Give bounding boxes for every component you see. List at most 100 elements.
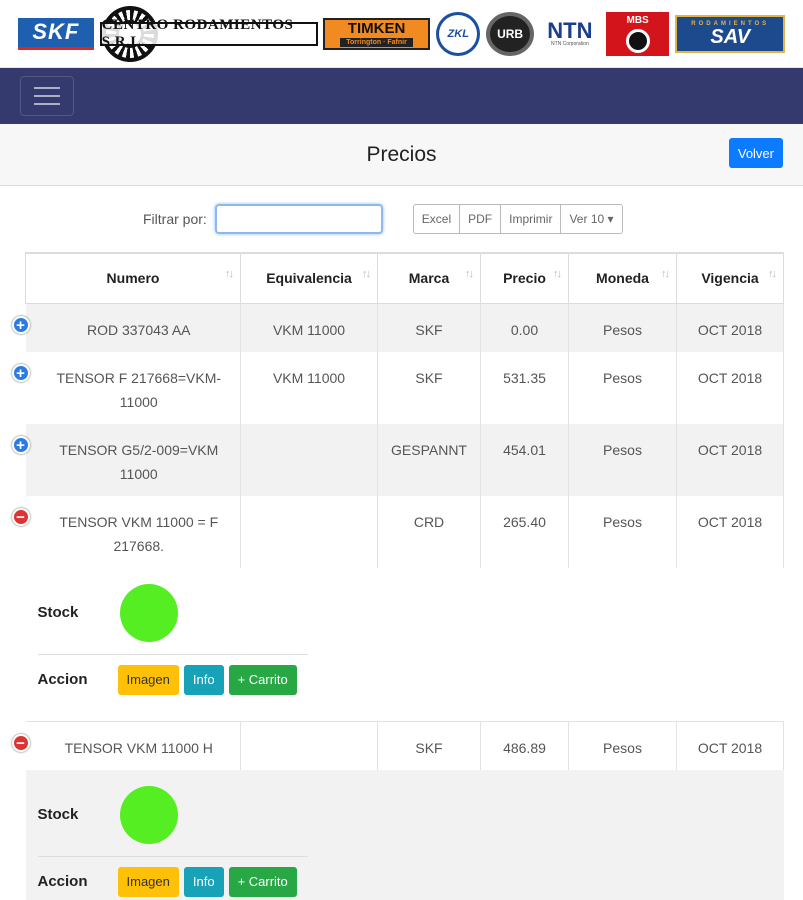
prices-table: Numero ↑↓ Equivalencia ↑↓ Marca ↑↓ Precio ↑↓… — [11, 252, 784, 900]
accion-row: Accion Imagen Info + Carrito — [38, 866, 772, 897]
table-row[interactable]: + TENSOR G5/2-009=VKM 11000 GESPANNT 454.… — [11, 423, 784, 496]
cell-equivalencia — [240, 721, 378, 770]
top-navbar — [0, 68, 803, 124]
timken-name: TIMKEN — [347, 19, 406, 37]
cell-precio: 531.35 — [480, 351, 569, 424]
card-header: Precios Volver — [0, 124, 803, 186]
export-button-group: Excel PDF Imprimir Ver 10 ▾ — [412, 204, 623, 234]
cell-vigencia: OCT 2018 — [676, 721, 784, 770]
cell-numero: + ROD 337043 AA — [11, 303, 241, 352]
column-header-label: Precio — [503, 270, 546, 287]
row-detail: Stock Accion Imagen Info + Carrito — [25, 769, 784, 900]
print-button[interactable]: Imprimir — [500, 204, 562, 234]
info-button[interactable]: Info — [183, 866, 224, 897]
sort-icon: ↑↓ — [661, 268, 670, 280]
timken-logo: TIMKEN Torrington · Fafnir — [322, 17, 431, 50]
prices-table-wrapper: Numero ↑↓ Equivalencia ↑↓ Marca ↑↓ Precio ↑↓… — [11, 252, 784, 900]
cell-equivalencia — [240, 495, 378, 568]
page-title: Precios — [366, 142, 437, 166]
excel-button[interactable]: Excel — [412, 204, 461, 234]
cell-numero: − TENSOR VKM 11000 = F 217668. — [11, 495, 241, 568]
filter-row: Filtrar por: Excel PDF Imprimir Ver 10 ▾ — [0, 186, 803, 252]
cell-vigencia: OCT 2018 — [676, 423, 784, 496]
sort-icon: ↑↓ — [362, 268, 371, 280]
detail-divider — [37, 653, 308, 655]
timken-subtitle: Torrington · Fafnir — [340, 37, 413, 47]
column-header-marca[interactable]: Marca ↑↓ — [377, 252, 481, 304]
imagen-button[interactable]: Imagen — [117, 866, 179, 897]
expand-row-icon[interactable]: + — [11, 435, 30, 454]
mbs-disc-icon — [625, 28, 650, 53]
cell-numero: + TENSOR G5/2-009=VKM 11000 — [11, 423, 241, 496]
cell-marca: SKF — [377, 721, 481, 770]
add-to-cart-button[interactable]: + Carrito — [228, 866, 297, 897]
cell-moneda: Pesos — [568, 303, 677, 352]
stock-row: Stock — [37, 583, 772, 642]
cell-numero-text: TENSOR VKM 11000 = F 217668. — [59, 513, 219, 554]
sort-icon: ↑↓ — [768, 268, 777, 280]
sav-logo: RODAMIENTOS SAV — [675, 14, 786, 53]
table-row[interactable]: − TENSOR VKM 11000 = F 217668. CRD 265.40… — [11, 495, 784, 568]
stock-row: Stock — [38, 785, 772, 844]
cell-marca: SKF — [377, 351, 481, 424]
cell-numero-text: TENSOR VKM 11000 H — [64, 739, 213, 756]
pdf-button[interactable]: PDF — [459, 204, 502, 234]
urb-logo: URB — [486, 11, 534, 56]
stock-indicator — [119, 583, 178, 642]
cell-numero-text: TENSOR F 217668=VKM-11000 — [56, 369, 222, 410]
filter-input[interactable] — [214, 204, 383, 234]
ntn-logo: NTN NTN Corporation — [540, 14, 600, 54]
volver-button[interactable]: Volver — [728, 138, 783, 168]
sort-icon: ↑↓ — [553, 268, 562, 280]
cell-marca: CRD — [377, 495, 481, 568]
column-header-label: Equivalencia — [266, 270, 352, 287]
table-row[interactable]: + TENSOR F 217668=VKM-11000 VKM 11000 SKF… — [11, 351, 784, 424]
accion-row: Accion Imagen Info + Carrito — [38, 664, 772, 695]
ntn-name: NTN — [547, 18, 593, 43]
cell-marca: SKF — [377, 303, 481, 352]
column-header-vigencia[interactable]: Vigencia ↑↓ — [676, 252, 784, 304]
column-header-numero[interactable]: Numero ↑↓ — [25, 252, 241, 304]
centro-rodamientos-logo[interactable]: CENTRO RODAMIENTOS S.R.L. — [99, 5, 318, 62]
column-header-precio[interactable]: Precio ↑↓ — [480, 252, 569, 304]
column-header-label: Moneda — [596, 270, 649, 287]
mbs-name: MBS — [626, 14, 649, 26]
cell-numero: − TENSOR VKM 11000 H — [11, 721, 241, 770]
expand-row-icon[interactable]: + — [11, 315, 30, 334]
column-header-equivalencia[interactable]: Equivalencia ↑↓ — [240, 252, 378, 304]
table-row[interactable]: − TENSOR VKM 11000 H SKF 486.89 Pesos OCT… — [11, 721, 784, 770]
stock-label: Stock — [37, 603, 79, 621]
hamburger-icon-line — [34, 95, 60, 97]
brand-logo-bar: SKF CENTRO RODAMIENTOS S.R.L. TIMKEN Tor… — [0, 0, 803, 68]
cell-moneda: Pesos — [568, 423, 677, 496]
column-header-label: Marca — [408, 270, 450, 287]
imagen-button[interactable]: Imagen — [117, 664, 179, 695]
collapse-row-icon[interactable]: − — [11, 507, 30, 526]
page-length-dropdown[interactable]: Ver 10 ▾ — [560, 204, 623, 234]
column-header-label: Numero — [106, 270, 160, 287]
cell-precio: 454.01 — [480, 423, 569, 496]
collapse-row-icon[interactable]: − — [11, 733, 30, 752]
mbs-logo: MBS — [605, 11, 670, 56]
filter-label: Filtrar por: — [143, 211, 207, 227]
detail-divider — [37, 855, 308, 857]
info-button[interactable]: Info — [183, 664, 224, 695]
hamburger-icon-line — [34, 103, 60, 105]
cell-numero-text: TENSOR G5/2-009=VKM 11000 — [59, 441, 219, 482]
cell-vigencia: OCT 2018 — [676, 303, 784, 352]
sav-name: SAV — [710, 25, 751, 48]
cell-equivalencia: VKM 11000 — [240, 303, 378, 352]
zkl-logo: ZKL — [436, 11, 481, 56]
table-row[interactable]: + ROD 337043 AA VKM 11000 SKF 0.00 Pesos … — [11, 303, 784, 352]
cell-precio: 0.00 — [480, 303, 569, 352]
row-detail-cell: Stock Accion Imagen Info + Carrito — [25, 567, 784, 721]
expand-row-icon[interactable]: + — [11, 363, 30, 382]
add-to-cart-button[interactable]: + Carrito — [228, 664, 297, 695]
cell-equivalencia — [240, 423, 378, 496]
cell-moneda: Pesos — [568, 495, 677, 568]
sort-icon: ↑↓ — [225, 268, 234, 280]
hamburger-icon — [34, 87, 60, 89]
menu-toggle-button[interactable] — [20, 76, 74, 116]
column-header-moneda[interactable]: Moneda ↑↓ — [568, 252, 677, 304]
skf-logo: SKF — [18, 17, 94, 50]
